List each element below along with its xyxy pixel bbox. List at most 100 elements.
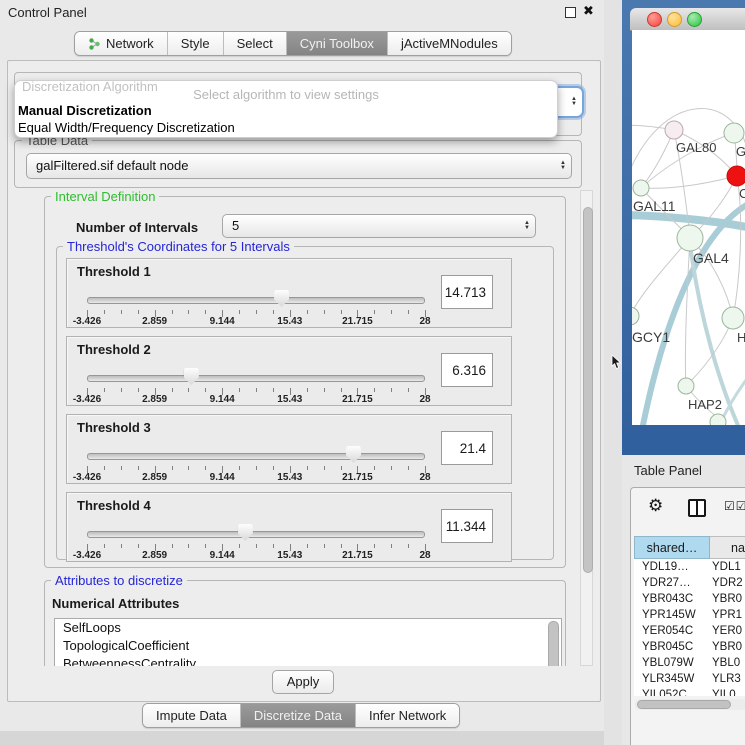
table-data-combo[interactable]: galFiltered.sif default node ▲▼: [26, 153, 572, 179]
node-bottom[interactable]: [710, 414, 726, 425]
column-header-name[interactable]: na: [710, 536, 745, 559]
numerical-attributes-list[interactable]: SelfLoopsTopologicalCoefficientBetweenne…: [54, 618, 562, 666]
table-hscrollbar-track[interactable]: [635, 699, 745, 710]
cell-shared-name[interactable]: YER054C: [634, 623, 708, 639]
window-bottom-strip: [0, 731, 604, 745]
threshold-value-field[interactable]: 21.4: [441, 431, 493, 465]
panel-scrollbar-thumb[interactable]: [583, 207, 593, 573]
tab-network[interactable]: Network: [75, 32, 167, 55]
node-gal4[interactable]: [677, 225, 703, 251]
cell-shared-name[interactable]: YLR345W: [634, 671, 708, 687]
gear-icon[interactable]: ⚙: [648, 496, 663, 516]
threshold-slider[interactable]: [87, 292, 425, 308]
cell-name[interactable]: YBR0: [708, 591, 745, 607]
network-canvas[interactable]: GAL80 GA C GAL11 GAL4 GCY1 H HAP2: [632, 30, 745, 425]
tick-mark: [205, 388, 206, 392]
table-header-row: shared… na: [634, 536, 745, 559]
slider-thumb[interactable]: [274, 290, 289, 307]
cell-shared-name[interactable]: YBR043C: [634, 591, 708, 607]
table-row[interactable]: YBR043CYBR0: [634, 591, 745, 607]
table-data-value: galFiltered.sif default node: [36, 158, 188, 173]
zoom-traffic-light-icon[interactable]: [687, 12, 702, 27]
table-row[interactable]: YIL052CYIL0: [634, 687, 745, 696]
cell-name[interactable]: YBL0: [708, 655, 745, 671]
select-checkboxes-icon[interactable]: ☑☑: [724, 499, 745, 513]
dropdown-option-manual[interactable]: Manual Discretization: [18, 103, 152, 118]
minimize-traffic-light-icon[interactable]: [667, 12, 682, 27]
node-ga[interactable]: [724, 123, 744, 143]
tick-mark: [188, 388, 189, 392]
list-scrollbar-thumb[interactable]: [548, 621, 559, 666]
dropdown-option-equal-width[interactable]: Equal Width/Frequency Discretization: [18, 120, 235, 135]
tab-select[interactable]: Select: [223, 32, 286, 55]
tab-label: Network: [106, 36, 154, 51]
tick-mark: [188, 544, 189, 548]
node-hap2[interactable]: [678, 378, 694, 394]
cell-name[interactable]: YBR0: [708, 639, 745, 655]
panel-scrollbar-track[interactable]: [580, 190, 593, 666]
tick-mark: [188, 466, 189, 470]
table-row[interactable]: YLR345WYLR3: [634, 671, 745, 687]
attribute-list-item[interactable]: TopologicalCoefficient: [55, 637, 561, 655]
tab-style[interactable]: Style: [167, 32, 223, 55]
tab-infer-network[interactable]: Infer Network: [355, 704, 459, 727]
cell-name[interactable]: YER0: [708, 623, 745, 639]
network-window-titlebar[interactable]: [630, 8, 745, 31]
tick-mark: [121, 544, 122, 548]
attribute-list-item[interactable]: SelfLoops: [55, 619, 561, 637]
table-hscrollbar-thumb[interactable]: [637, 700, 731, 709]
slider-tick-labels: -3.4262.8599.14415.4321.71528: [87, 316, 425, 326]
table-row[interactable]: YDL19…YDL1: [634, 559, 745, 575]
threshold-slider[interactable]: [87, 526, 425, 542]
cell-name[interactable]: YLR3: [708, 671, 745, 687]
table-row[interactable]: YDR27…YDR2: [634, 575, 745, 591]
threshold-slider[interactable]: [87, 448, 425, 464]
slider-thumb[interactable]: [184, 368, 199, 385]
node-gal11[interactable]: [633, 180, 649, 196]
number-of-intervals-combo[interactable]: 5 ▲▼: [222, 214, 536, 238]
node-label: GCY1: [632, 329, 670, 345]
cell-shared-name[interactable]: YDR27…: [634, 575, 708, 591]
columns-icon[interactable]: [688, 499, 706, 517]
node-gcy1[interactable]: [632, 307, 639, 325]
tick-mark: [307, 466, 308, 470]
close-icon[interactable]: ✖: [583, 3, 594, 19]
table-row[interactable]: YBL079WYBL0: [634, 655, 745, 671]
table-row[interactable]: YER054CYER0: [634, 623, 745, 639]
table-row[interactable]: YPR145WYPR1: [634, 607, 745, 623]
cell-shared-name[interactable]: YDL19…: [634, 559, 708, 575]
tab-label: Impute Data: [156, 708, 227, 723]
tab-cyni-toolbox[interactable]: Cyni Toolbox: [286, 32, 387, 55]
tick-mark: [273, 388, 274, 392]
cell-shared-name[interactable]: YPR145W: [634, 607, 708, 623]
cell-shared-name[interactable]: YBR045C: [634, 639, 708, 655]
cell-shared-name[interactable]: YIL052C: [634, 687, 708, 696]
close-traffic-light-icon[interactable]: [647, 12, 662, 27]
cell-name[interactable]: YDR2: [708, 575, 745, 591]
tab-discretize-data[interactable]: Discretize Data: [240, 704, 355, 727]
attributes-group-label: Attributes to discretize: [51, 573, 187, 588]
tab-jactivemnodules[interactable]: jActiveMNodules: [387, 32, 511, 55]
table-row[interactable]: YBR045CYBR0: [634, 639, 745, 655]
threshold-slider[interactable]: [87, 370, 425, 386]
attribute-list-item[interactable]: BetweennessCentrality: [55, 655, 561, 666]
cell-shared-name[interactable]: YBL079W: [634, 655, 708, 671]
node-gal80[interactable]: [665, 121, 683, 139]
cell-name[interactable]: YDL1: [708, 559, 745, 575]
slider-thumb[interactable]: [346, 446, 361, 463]
cell-name[interactable]: YIL0: [708, 687, 745, 696]
slider-thumb[interactable]: [238, 524, 253, 541]
threshold-value-field[interactable]: 14.713: [441, 275, 493, 309]
slider-tick-labels: -3.4262.8599.14415.4321.71528: [87, 550, 425, 560]
threshold-value-field[interactable]: 6.316: [441, 353, 493, 387]
column-header-shared[interactable]: shared…: [634, 536, 710, 559]
node-highlighted[interactable]: [727, 166, 745, 186]
tab-impute-data[interactable]: Impute Data: [143, 704, 240, 727]
apply-button[interactable]: Apply: [272, 670, 334, 694]
threshold-value-field[interactable]: 11.344: [441, 509, 493, 543]
table-body: YDL19…YDL1YDR27…YDR2YBR043CYBR0YPR145WYP…: [634, 559, 745, 696]
float-window-icon[interactable]: [565, 7, 576, 18]
algorithm-group-label: Discretization Algorithm: [22, 79, 158, 94]
node-h[interactable]: [722, 307, 744, 329]
cell-name[interactable]: YPR1: [708, 607, 745, 623]
